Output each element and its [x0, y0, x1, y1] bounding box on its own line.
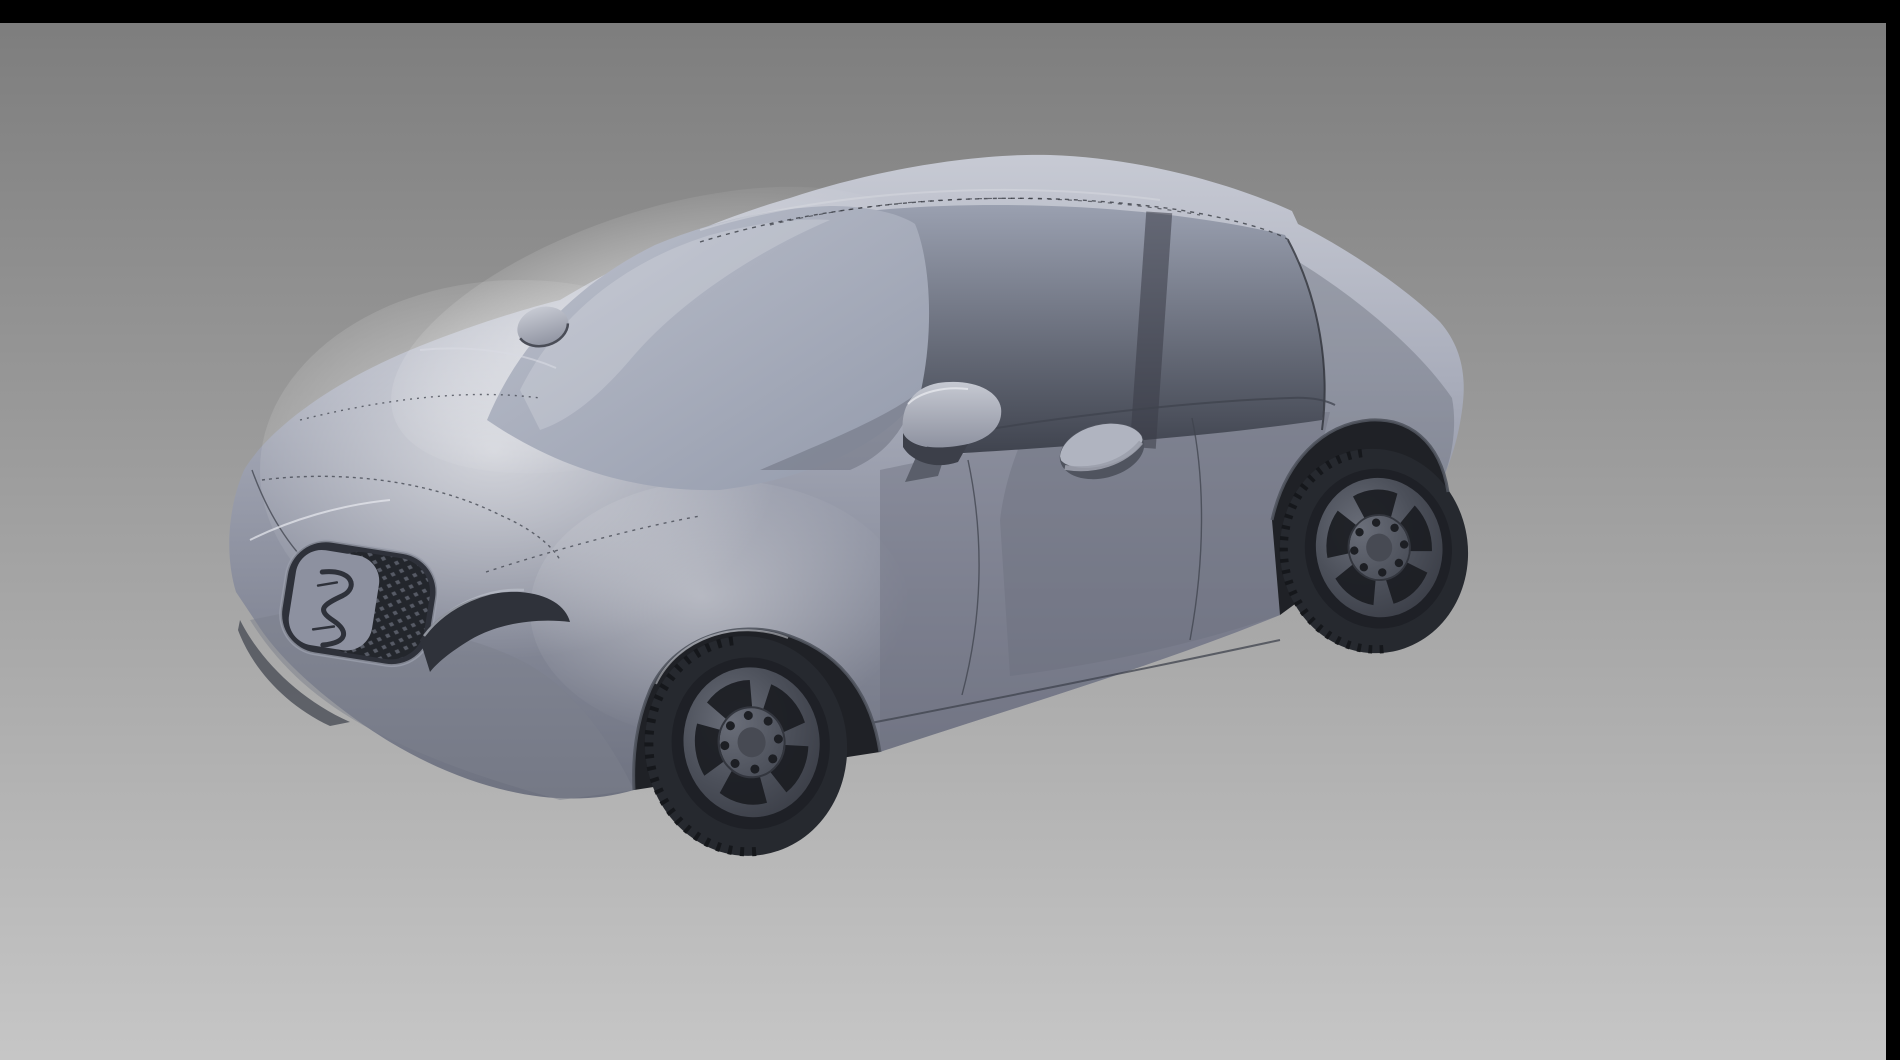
cad-window	[0, 0, 1900, 1060]
top-black-bar	[0, 0, 1900, 23]
render-canvas[interactable]	[0, 0, 1900, 1060]
right-black-strip	[1886, 0, 1900, 1060]
viewport-3d[interactable]	[0, 0, 1900, 1060]
